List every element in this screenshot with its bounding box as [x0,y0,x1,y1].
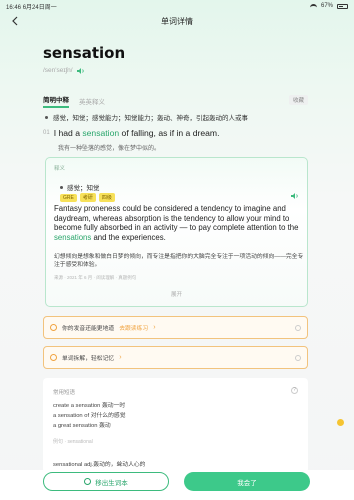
status-right: 67% [309,3,348,9]
status-left: 16:46 6月24日周一 [6,2,57,11]
panel-subheading: 例句 · sensational [53,439,93,445]
speaker-icon[interactable] [291,193,299,199]
derivative-line: sensational adj.轰动的，耸动人心的 [53,462,146,468]
bullet-icon [45,115,48,119]
example-english: I had a sensation of falling, as if in a… [54,128,220,138]
tab-english-definition[interactable]: 英英释义 [79,96,105,108]
card-en-highlight: sensations [54,232,92,242]
bottom-action-bar: 移出生词本 我会了 [0,470,354,500]
chevron-left-icon [12,16,18,26]
phonetic-row: /sen'seɪʃn/ [43,67,85,74]
microphone-icon [50,324,57,331]
status-date: 6月24日周一 [22,4,57,11]
tag-badge: 考研 [79,193,96,202]
example-suffix: of falling, as if in a dream. [119,128,220,138]
example-sentence: 01 I had a sensation of falling, as if i… [43,128,219,138]
tag-badge: 四级 [98,193,115,202]
tab-brief-chinese[interactable]: 简明中释 [43,94,69,108]
card-tags: GRE 考研 四级 [60,193,115,202]
tag-badge: GRE [60,193,77,202]
phrase-item: a great sensation 轰动 [53,423,111,429]
phrase-item: a sensation of 对什么的感觉 [53,413,126,419]
banner-text: 单词拆解，轻松记忆 [62,356,115,362]
example-translation: 我有一种坠落的感觉，像在梦中似的。 [58,146,161,152]
remove-button-label: 移出生词本 [95,479,128,487]
know-button-label: 我会了 [237,479,257,487]
top-nav: 单词详情 [0,13,354,29]
example-prefix: I had a [53,128,83,138]
chevron-right-icon: › [119,354,122,361]
smile-icon[interactable] [337,419,344,426]
help-icon[interactable]: ? [291,387,298,394]
card-meta: 来源 · 2021 年 6 月 · 阅读理解 · 真题例句 [54,275,136,281]
close-icon[interactable] [295,354,301,361]
favorite-button[interactable]: 收藏 [288,95,308,105]
phonetic-text: /sen'seɪʃn/ [43,67,73,74]
wifi-icon [309,3,317,9]
battery-percent: 67% [320,3,333,9]
card-chinese-translation: 幻想倾向是想象和做白日梦的倾向，而专注是指把你的大脑完全专注于一项活动的倾向——… [54,254,304,268]
speaker-icon[interactable] [76,67,85,74]
status-time: 16:46 [6,4,22,11]
status-bar: 16:46 6月24日周一 67% [0,0,354,12]
chevron-right-icon: › [153,324,156,331]
definition-row: 感觉，知觉；感觉能力；知觉能力；轰动、神奇，引起轰动的人或事 [45,112,248,122]
card-sense: 感觉；知觉 [60,182,100,192]
panel-heading: 常用短语 [53,390,76,396]
definition-tabs: 简明中释 英英释义 [43,94,105,108]
card-english-sentence: Fantasy proneness could be considered a … [54,204,304,242]
minus-circle-icon [84,478,92,485]
card-en-prefix: Fantasy proneness could be considered a … [54,204,299,233]
card-top-label: 释义 [54,166,66,172]
bullet-icon [60,185,63,189]
word-heading: sensation [43,44,126,62]
sense-card: 释义 感觉；知觉 GRE 考研 四级 Fantasy proneness cou… [45,157,308,307]
example-number: 01 [43,130,50,136]
page-title: 单词详情 [161,16,193,26]
phrase-item: create a sensation 轰动一时 [53,403,126,409]
definition-text: 感觉，知觉；感觉能力；知觉能力；轰动、神奇，引起轰动的人或事 [53,115,248,122]
banner-link[interactable]: 去跟读练习 [119,323,148,332]
expand-button[interactable]: 展开 [46,290,307,298]
back-button[interactable] [8,14,22,28]
example-highlight: sensation [82,128,120,138]
battery-icon [337,3,348,9]
memory-banner[interactable]: 单词拆解，轻松记忆 › [43,346,308,369]
know-button[interactable]: 我会了 [184,472,310,491]
card-en-suffix: and the experiences. [91,232,166,242]
remove-from-wordbook-button[interactable]: 移出生词本 [43,472,169,491]
card-sense-text: 感觉；知觉 [67,185,100,192]
pronunciation-banner[interactable]: 你的发音还能更地道 去跟读练习 › [43,316,308,339]
card-meta-text: 来源 · 2021 年 6 月 · 阅读理解 · 真题例句 [54,275,137,280]
banner-text: 你的发音还能更地道 [62,326,115,332]
close-icon[interactable] [295,324,301,331]
bulb-icon [50,354,57,361]
